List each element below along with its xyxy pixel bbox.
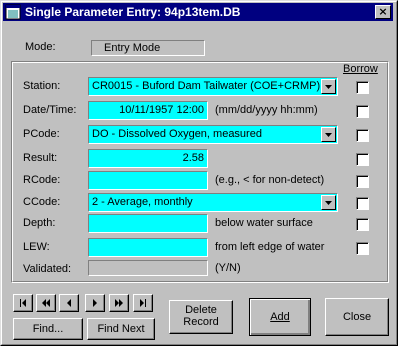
last-record-button[interactable]: [133, 294, 153, 312]
window-title: Single Parameter Entry: 94p13tem.DB: [25, 5, 241, 19]
borrow-rcode-checkbox[interactable]: [356, 175, 369, 188]
result-input[interactable]: 2.58: [88, 149, 208, 168]
dialog-window: Single Parameter Entry: 94p13tem.DB × Mo…: [0, 0, 398, 346]
borrow-datetime-checkbox[interactable]: [356, 105, 369, 118]
datetime-label: Date/Time:: [23, 104, 77, 116]
depth-hint: below water surface: [215, 217, 313, 229]
next-record-button[interactable]: [85, 294, 105, 312]
mode-label: Mode:: [25, 41, 56, 53]
pcode-dropdown[interactable]: DO - Dissolved Oxygen, measured: [88, 125, 338, 144]
pcode-label: PCode:: [23, 128, 60, 140]
rcode-hint: (e.g., < for non-detect): [215, 174, 325, 186]
pcode-chevron-down-icon[interactable]: [321, 127, 336, 142]
close-button[interactable]: Close: [325, 298, 389, 336]
app-icon: [5, 4, 21, 20]
close-window-button[interactable]: ×: [375, 5, 391, 19]
first-record-button[interactable]: [13, 294, 33, 312]
result-label: Result:: [23, 152, 58, 164]
borrow-pcode-checkbox[interactable]: [356, 129, 369, 142]
add-button[interactable]: Add: [249, 298, 311, 336]
depth-label: Depth:: [23, 217, 56, 229]
depth-input[interactable]: [88, 214, 208, 233]
datetime-input[interactable]: 10/11/1957 12:00: [88, 101, 208, 120]
borrow-depth-checkbox[interactable]: [356, 218, 369, 231]
station-dropdown[interactable]: CR0015 - Buford Dam Tailwater (COE+CRMP): [88, 77, 338, 96]
mode-value: Entry Mode: [91, 40, 205, 56]
borrow-station-checkbox[interactable]: [356, 81, 369, 94]
rcode-label: RCode:: [23, 174, 61, 186]
station-value: CR0015 - Buford Dam Tailwater (COE+CRMP): [92, 80, 321, 92]
find-button[interactable]: Find...: [13, 318, 83, 340]
ccode-value: 2 - Average, monthly: [92, 196, 193, 208]
last-record-icon: [140, 299, 146, 307]
next-page-button[interactable]: [109, 294, 129, 312]
borrow-ccode-checkbox[interactable]: [356, 197, 369, 210]
title-bar[interactable]: Single Parameter Entry: 94p13tem.DB ×: [3, 3, 393, 21]
ccode-dropdown[interactable]: 2 - Average, monthly: [88, 193, 338, 212]
datetime-hint: (mm/dd/yyyy hh:mm): [215, 104, 318, 116]
station-chevron-down-icon[interactable]: [321, 79, 336, 94]
lew-hint: from left edge of water: [215, 241, 325, 253]
station-label: Station:: [23, 80, 61, 92]
first-record-icon: [20, 299, 26, 307]
validated-input: [88, 260, 208, 276]
ccode-label: CCode:: [23, 196, 61, 208]
find-next-button[interactable]: Find Next: [87, 318, 155, 340]
next-record-icon: [93, 299, 97, 307]
borrow-header: Borrow: [343, 63, 378, 75]
rcode-input[interactable]: [88, 171, 208, 190]
delete-record-button[interactable]: Delete Record: [169, 300, 233, 334]
ccode-chevron-down-icon[interactable]: [321, 195, 336, 210]
borrow-result-checkbox[interactable]: [356, 153, 369, 166]
pcode-value: DO - Dissolved Oxygen, measured: [92, 128, 262, 140]
prev-page-button[interactable]: [36, 294, 56, 312]
delete-button-line2: Record: [183, 316, 219, 328]
prev-page-icon: [42, 299, 50, 307]
validated-hint: (Y/N): [215, 262, 241, 274]
delete-button-line1: Delete: [185, 304, 217, 316]
next-page-icon: [115, 299, 123, 307]
validated-label: Validated:: [23, 263, 72, 275]
prev-record-button[interactable]: [59, 294, 79, 312]
lew-label: LEW:: [23, 241, 50, 253]
prev-record-icon: [67, 299, 71, 307]
borrow-lew-checkbox[interactable]: [356, 242, 369, 255]
lew-input[interactable]: [88, 238, 208, 257]
